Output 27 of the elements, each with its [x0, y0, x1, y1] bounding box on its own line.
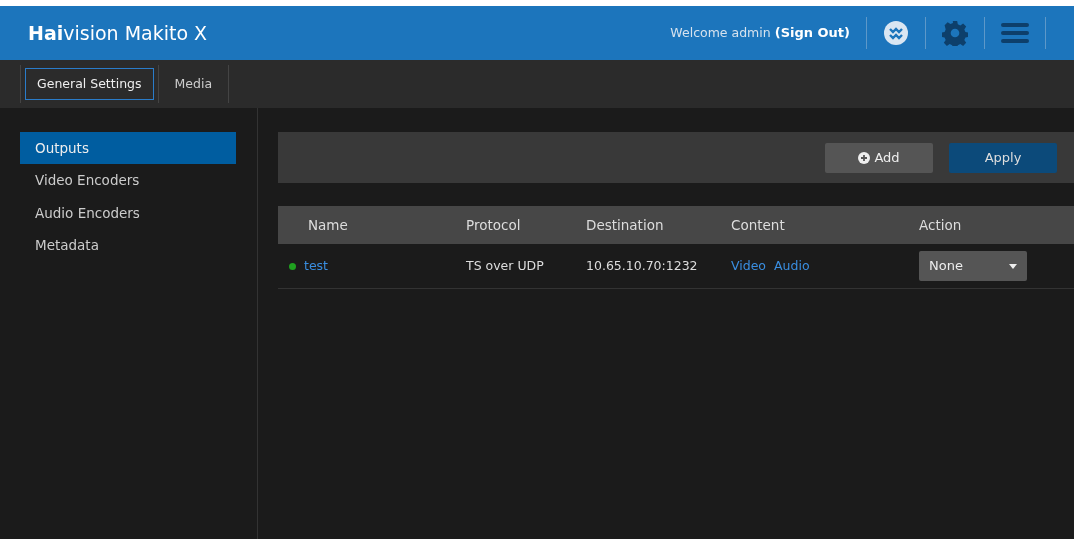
table-cell-text: 10.65.10.70:1232: [586, 256, 699, 275]
column-header: Action: [919, 215, 963, 235]
column-header: Content: [731, 215, 786, 235]
column-header: Destination: [586, 215, 665, 235]
sign-out-link[interactable]: (Sign Out): [774, 23, 850, 43]
column-header: Protocol: [466, 215, 522, 235]
menu-icon[interactable]: [1001, 22, 1029, 44]
column-header: Name: [307, 215, 349, 235]
haivision-status-icon[interactable]: [883, 20, 909, 46]
welcome-text: Welcome admin: [670, 23, 771, 42]
tab[interactable]: Media: [162, 67, 225, 101]
sidebar-item[interactable]: Video Encoders: [20, 164, 236, 197]
tab[interactable]: General Settings: [25, 67, 154, 101]
sidebar-item[interactable]: Outputs: [20, 132, 236, 165]
add-button[interactable]: Add: [825, 142, 933, 173]
action-dropdown[interactable]: None: [919, 251, 1027, 281]
apply-button[interactable]: Apply: [949, 142, 1057, 173]
content-link[interactable]: Video: [731, 256, 767, 276]
plus-circle-icon: [858, 151, 871, 164]
content-link[interactable]: Audio: [774, 256, 810, 276]
sidebar-item[interactable]: Metadata: [20, 228, 236, 261]
caret-icon: [1009, 263, 1017, 269]
sidebar-item[interactable]: Audio Encoders: [20, 196, 236, 229]
app-logo: Haivision Makito X: [28, 20, 208, 46]
settings-icon[interactable]: [942, 20, 968, 46]
table-cell-text: TS over UDP: [466, 256, 545, 275]
output-name-link[interactable]: test: [304, 256, 328, 276]
